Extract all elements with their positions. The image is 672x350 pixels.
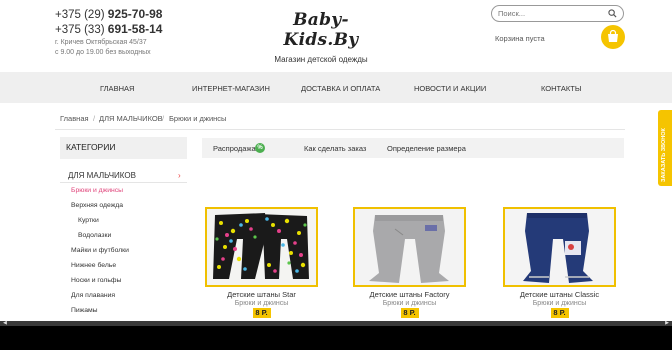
subcategory-socks[interactable]: Носки и гольфы xyxy=(71,277,121,284)
subcategory-turtlenecks[interactable]: Водолазки xyxy=(78,232,111,239)
subcategory-outerwear[interactable]: Верхняя одежда xyxy=(71,202,123,209)
site-header: +375 (29) 925-70-98 +375 (33) 691-58-14 … xyxy=(0,0,672,72)
search-box xyxy=(491,5,624,22)
pants-star-image xyxy=(207,209,316,285)
product-category: Брюки и джинсы xyxy=(382,300,437,307)
product-title[interactable]: Детские штаны Factory xyxy=(353,290,466,299)
info-tabs: Распродажа Как сделать заказ Определение… xyxy=(202,138,624,158)
breadcrumb-boys[interactable]: ДЛЯ МАЛЬЧИКОВ xyxy=(99,114,163,123)
nav-item-home[interactable]: ГЛАВНАЯ xyxy=(100,84,134,93)
tab-sale[interactable]: Распродажа xyxy=(213,144,256,153)
nav-item-contacts[interactable]: КОНТАКТЫ xyxy=(541,84,581,93)
shopping-bag-icon xyxy=(608,30,618,42)
subcategory-swimwear[interactable]: Для плавания xyxy=(71,292,115,299)
callback-tab[interactable]: ЗАКАЗАТЬ ЗВОНОК xyxy=(658,110,672,186)
cart-status[interactable]: Корзина пуста xyxy=(495,34,545,43)
subcategory-pajamas[interactable]: Пижамы xyxy=(71,307,98,314)
working-hours: с 9.00 до 19.00 без выходных xyxy=(55,49,151,56)
product-card[interactable]: Детские штаны Classic Брюки и джинсы 8 Р… xyxy=(503,207,616,318)
breadcrumb-separator: / xyxy=(162,114,165,123)
breadcrumb-home[interactable]: Главная xyxy=(60,114,89,123)
search-input[interactable] xyxy=(498,8,598,19)
nav-item-shop[interactable]: ИНТЕРНЕТ-МАГАЗИН xyxy=(192,84,270,93)
window-bottom-bar xyxy=(0,326,672,350)
sale-percent-badge: % xyxy=(255,143,265,153)
breadcrumb: Главная / ДЛЯ МАЛЬЧИКОВ / Брюки и джинсы xyxy=(55,108,625,130)
product-title[interactable]: Детские штаны Classic xyxy=(503,290,616,299)
tab-size-guide[interactable]: Определение размера xyxy=(387,144,466,153)
search-icon[interactable] xyxy=(608,9,617,18)
pants-classic-image xyxy=(505,209,614,285)
phone-2-prefix: +375 (33) xyxy=(55,24,105,36)
callback-tab-label: ЗАКАЗАТЬ ЗВОНОК xyxy=(661,128,667,182)
subcategory-trousers[interactable]: Брюки и джинсы xyxy=(71,187,123,194)
nav-item-delivery[interactable]: ДОСТАВКА И ОПЛАТА xyxy=(301,84,380,93)
phone-1-number: 925-70-98 xyxy=(107,7,163,21)
chevron-right-icon[interactable]: › xyxy=(178,171,181,180)
product-price: 8 Р. xyxy=(550,308,569,318)
category-sidebar: КАТЕГОРИИ ДЛЯ МАЛЬЧИКОВ › Брюки и джинсы… xyxy=(60,137,187,314)
phone-2-number: 691-58-14 xyxy=(107,22,163,36)
subcategory-tshirts[interactable]: Майки и футболки xyxy=(71,247,129,254)
product-image[interactable] xyxy=(205,207,318,287)
product-card[interactable]: Детские штаны Star Брюки и джинсы 8 Р. xyxy=(205,207,318,318)
breadcrumb-current: Брюки и джинсы xyxy=(169,114,227,123)
breadcrumb-separator: / xyxy=(93,114,96,123)
product-price: 8 Р. xyxy=(252,308,271,318)
product-price: 8 Р. xyxy=(400,308,419,318)
pants-factory-image xyxy=(355,209,464,285)
phone-1-prefix: +375 (29) xyxy=(55,9,105,21)
nav-item-news[interactable]: НОВОСТИ И АКЦИИ xyxy=(414,84,486,93)
main-nav: ГЛАВНАЯ ИНТЕРНЕТ-МАГАЗИН ДОСТАВКА И ОПЛА… xyxy=(0,72,672,103)
tab-how-to-order[interactable]: Как сделать заказ xyxy=(304,144,366,153)
product-card[interactable]: Детские штаны Factory Брюки и джинсы 8 Р… xyxy=(353,207,466,318)
subcategory-jackets[interactable]: Куртки xyxy=(78,217,99,224)
product-category: Брюки и джинсы xyxy=(532,300,587,307)
category-boys[interactable]: ДЛЯ МАЛЬЧИКОВ xyxy=(68,171,136,180)
product-image[interactable] xyxy=(353,207,466,287)
logo-tagline: Магазин детской одежды xyxy=(274,55,368,64)
logo-text: Baby-Kids.By xyxy=(283,10,359,50)
product-category: Брюки и джинсы xyxy=(234,300,289,307)
contact-block: +375 (29) 925-70-98 +375 (33) 691-58-14 … xyxy=(55,7,162,57)
phone-1[interactable]: +375 (29) 925-70-98 xyxy=(55,7,162,22)
subcategory-underwear[interactable]: Нижнее белье xyxy=(71,262,116,269)
product-title[interactable]: Детские штаны Star xyxy=(205,290,318,299)
cart-button[interactable] xyxy=(601,25,625,49)
product-image[interactable] xyxy=(503,207,616,287)
site-logo[interactable]: Baby-Kids.By Магазин детской одежды xyxy=(256,10,386,64)
categories-header: КАТЕГОРИИ xyxy=(60,137,187,159)
divider xyxy=(60,182,187,183)
phone-2[interactable]: +375 (33) 691-58-14 xyxy=(55,22,162,37)
address: г. Кричев Октябрьская 45/37 xyxy=(55,39,147,46)
